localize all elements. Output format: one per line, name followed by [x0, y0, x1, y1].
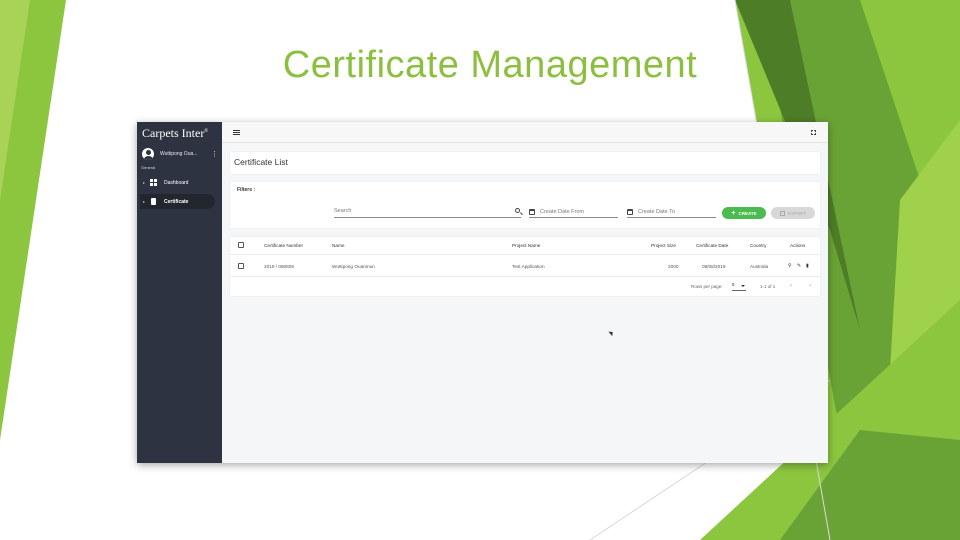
rows-per-page-value: 5	[732, 282, 735, 287]
date-to-field[interactable]: Create Date To	[627, 207, 716, 218]
calendar-icon	[529, 209, 535, 215]
top-bar	[222, 122, 828, 143]
filters-card: Filters : Search Create Date From Create…	[230, 182, 820, 228]
cell-project-size: 2000	[668, 264, 679, 269]
rows-per-page-select[interactable]: 5	[732, 282, 746, 291]
cell-project-name: Test Application	[512, 264, 545, 269]
page-title-card: Certificate List	[230, 152, 820, 174]
edit-icon[interactable]: ✎	[797, 263, 801, 269]
column-header: Actions	[790, 243, 806, 248]
create-label: CREATE	[738, 210, 757, 216]
sidebar: Carpets Inter® Wuttipong Oua... ⋮ Genera…	[137, 122, 222, 463]
certificate-table: Certificate Number Name Project Name Pro…	[230, 237, 821, 296]
sidebar-item-dashboard[interactable]: ▸ Dashboard	[140, 175, 215, 190]
next-page-icon[interactable]: ›	[809, 283, 811, 289]
filters-label: Filters :	[237, 187, 256, 193]
sidebar-item-label: Certificate	[164, 198, 189, 205]
row-divider	[230, 254, 821, 255]
column-header[interactable]: Name	[332, 243, 345, 248]
export-label: EXPORT	[787, 210, 807, 216]
prev-page-icon[interactable]: ‹	[790, 283, 792, 289]
date-from-field[interactable]: Create Date From	[529, 207, 618, 218]
search-icon[interactable]	[515, 208, 520, 213]
calendar-icon	[627, 209, 633, 215]
cell-certificate-date: 08/08/2019	[702, 264, 726, 269]
column-header[interactable]: Project Name	[512, 243, 540, 248]
fullscreen-icon[interactable]	[811, 130, 816, 135]
cell-name: Wuttipong Ouanmun	[332, 264, 375, 269]
user-avatar-icon	[142, 148, 154, 160]
search-input[interactable]: Search	[334, 207, 521, 218]
kebab-icon[interactable]: ⋮	[211, 151, 218, 158]
cell-certificate-number: 2019 / 080805	[264, 264, 294, 269]
date-from-placeholder: Create Date From	[540, 209, 585, 215]
presentation-slide: Certificate Management Carpets Inter® Wu…	[0, 0, 960, 540]
column-header[interactable]: Certificate Date	[696, 243, 728, 248]
search-placeholder: Search	[334, 208, 352, 214]
select-all-checkbox[interactable]	[238, 242, 244, 248]
caret-down-icon	[741, 285, 745, 287]
pagination-range: 1-1 of 1	[760, 284, 776, 289]
column-header[interactable]: Project Size	[651, 243, 676, 248]
row-checkbox[interactable]	[238, 263, 244, 269]
dashboard-icon	[148, 179, 158, 186]
slide-title: Certificate Management	[282, 44, 698, 86]
export-button[interactable]: EXPORT	[771, 207, 815, 219]
delete-icon[interactable]: ▮	[806, 263, 809, 269]
app-window: Carpets Inter® Wuttipong Oua... ⋮ Genera…	[137, 122, 828, 463]
plus-icon: +	[731, 209, 736, 217]
hamburger-icon[interactable]	[233, 130, 240, 135]
chevron-right-icon: ▸	[142, 199, 145, 204]
nav-section-label: General	[141, 165, 156, 170]
page-title: Certificate List	[234, 157, 288, 167]
document-icon	[148, 198, 158, 205]
user-name: Wuttipong Oua...	[160, 151, 198, 157]
row-divider	[230, 276, 821, 277]
sidebar-item-label: Dashboard	[164, 179, 189, 186]
search-icon[interactable]: ⚲	[788, 263, 792, 269]
cell-country: Australia	[750, 264, 769, 269]
create-button[interactable]: + CREATE	[722, 207, 766, 219]
rows-per-page-label: Rows per page:	[691, 284, 723, 289]
app-logo[interactable]: Carpets Inter®	[142, 126, 208, 141]
column-header[interactable]: Country	[750, 243, 766, 248]
chevron-right-icon: ▸	[142, 180, 145, 185]
sidebar-item-certificate[interactable]: ▸ Certificate	[140, 194, 215, 209]
date-to-placeholder: Create Date To	[638, 209, 675, 215]
table-icon	[779, 210, 785, 216]
user-profile[interactable]: Wuttipong Oua... ⋮	[142, 146, 218, 162]
column-header[interactable]: Certificate Number	[264, 243, 303, 248]
